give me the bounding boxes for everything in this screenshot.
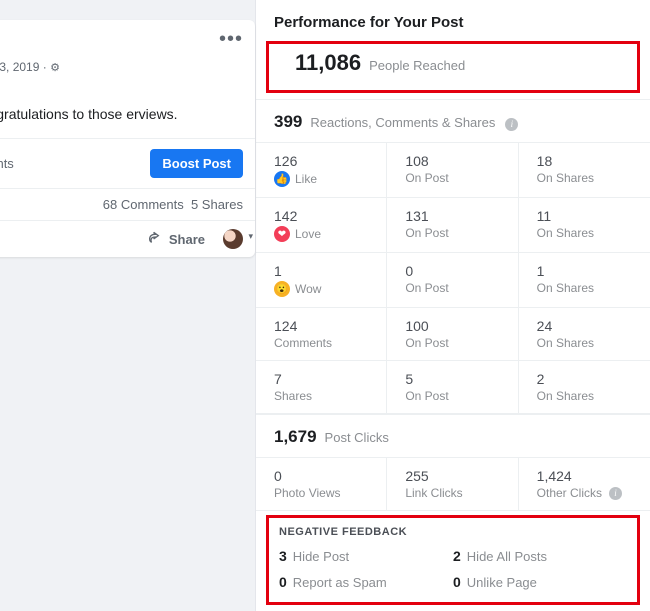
- metric-cell: 142❤Love: [256, 198, 387, 253]
- clicks-cell: 1,424Other Clicks i: [519, 458, 650, 511]
- comments-count[interactable]: 68 Comments: [103, 197, 184, 212]
- negative-feedback-highlight: NEGATIVE FEEDBACK 3Hide Post2Hide All Po…: [266, 515, 640, 605]
- love-icon: ❤: [274, 226, 290, 242]
- reactions-header: 399 Reactions, Comments & Shares i: [256, 99, 650, 142]
- metric-cell: 2On Shares: [519, 361, 650, 414]
- info-icon[interactable]: i: [505, 118, 518, 131]
- metric-cell: 124Comments: [256, 308, 387, 361]
- reactions-breakdown-grid: 126👍Like108On Post18On Shares 142❤Love131…: [256, 142, 650, 414]
- metric-cell: 18On Shares: [519, 143, 650, 198]
- panel-title: Performance for Your Post: [256, 0, 650, 41]
- post-body-text: d congratulations to those erviews.: [0, 105, 255, 138]
- post-clicks-header: 1,679 Post Clicks: [256, 414, 650, 457]
- metric-cell: 108On Post: [387, 143, 518, 198]
- rating-stars: ⭐: [0, 82, 255, 105]
- metric-cell: 1😮Wow: [256, 253, 387, 308]
- metric-cell: 24On Shares: [519, 308, 650, 361]
- clicks-cell: 255Link Clicks: [387, 458, 518, 511]
- share-icon: [147, 231, 163, 247]
- post-card: ••• ember 3, 2019 · ⚙ ⭐ d congratulation…: [0, 20, 255, 257]
- people-reached-number: 11,086: [295, 50, 361, 76]
- post-menu-icon[interactable]: •••: [219, 28, 243, 51]
- clicks-cell: 0Photo Views: [256, 458, 387, 511]
- metric-cell: 5On Post: [387, 361, 518, 414]
- gear-icon: ⚙: [50, 62, 60, 74]
- metric-cell: 11On Shares: [519, 198, 650, 253]
- clicks-breakdown-grid: 0Photo Views255Link Clicks1,424Other Cli…: [256, 457, 650, 511]
- boost-post-button[interactable]: Boost Post: [150, 149, 243, 178]
- metric-cell: 1On Shares: [519, 253, 650, 308]
- like-icon: 👍: [274, 171, 290, 187]
- post-date: ember 3, 2019 · ⚙: [0, 60, 255, 82]
- shares-count[interactable]: 5 Shares: [191, 197, 243, 212]
- metric-cell: 7Shares: [256, 361, 387, 414]
- reach-highlight: 11,086 People Reached: [266, 41, 640, 93]
- metric-cell: 126👍Like: [256, 143, 387, 198]
- avatar[interactable]: [223, 229, 243, 249]
- share-button[interactable]: Share: [147, 231, 205, 247]
- engagements-label: nents: [0, 156, 14, 171]
- performance-panel: Performance for Your Post 11,086 People …: [255, 0, 650, 611]
- post-preview-column: ••• ember 3, 2019 · ⚙ ⭐ d congratulation…: [0, 0, 255, 611]
- negative-item: 3Hide Post: [279, 548, 453, 564]
- people-reached-label: People Reached: [369, 58, 465, 73]
- metric-cell: 100On Post: [387, 308, 518, 361]
- metric-cell: 0On Post: [387, 253, 518, 308]
- negative-item: 0Unlike Page: [453, 574, 627, 590]
- negative-feedback-title: NEGATIVE FEEDBACK: [279, 526, 627, 538]
- wow-icon: 😮: [274, 281, 290, 297]
- negative-item: 0Report as Spam: [279, 574, 453, 590]
- metric-cell: 131On Post: [387, 198, 518, 253]
- negative-item: 2Hide All Posts: [453, 548, 627, 564]
- info-icon[interactable]: i: [609, 487, 622, 500]
